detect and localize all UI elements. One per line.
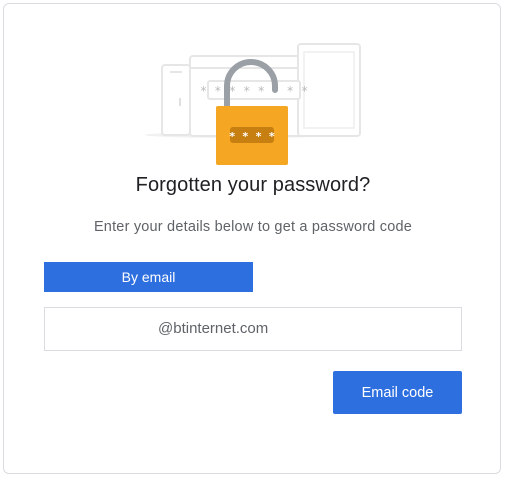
email-code-button[interactable]: Email code [333,371,462,414]
email-domain-suffix: @btinternet.com [158,320,269,337]
padlock-code-text: * * * * [229,130,275,143]
password-lock-illustration: * * * * * * * * * * * * [145,43,361,165]
email-field: @btinternet.com [44,307,462,351]
password-mask-text: * * * * * * * * [200,84,308,98]
email-username-input[interactable] [45,308,167,350]
phone-icon [161,64,191,136]
page-title: Forgotten your password? [135,174,371,196]
tab-by-email[interactable]: By email [44,262,253,292]
page-subtitle: Enter your details below to get a passwo… [93,219,413,235]
